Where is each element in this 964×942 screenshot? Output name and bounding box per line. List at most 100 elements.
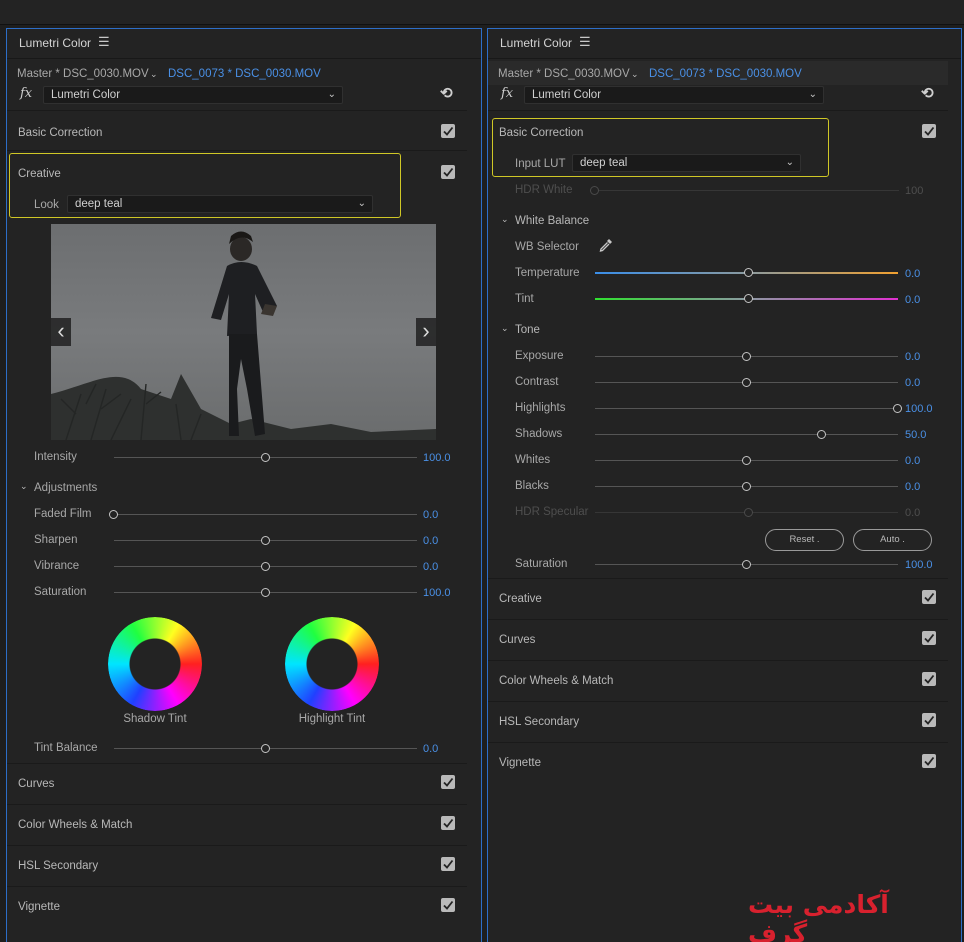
contrast-slider-handle[interactable] — [741, 378, 751, 387]
saturation-value[interactable]: 100.0 — [423, 587, 451, 599]
shadows-slider-handle[interactable] — [817, 430, 827, 439]
intensity-value[interactable]: 100.0 — [423, 452, 451, 464]
section-hsl-secondary[interactable]: HSL Secondary — [499, 716, 579, 728]
exposure-label: Exposure — [515, 350, 564, 362]
tint-balance-value[interactable]: 0.0 — [423, 743, 438, 755]
panel-tab[interactable]: Lumetri Color ☰ — [488, 29, 961, 59]
blacks-slider-handle[interactable] — [741, 482, 751, 491]
effect-dropdown-value: Lumetri Color — [51, 89, 121, 101]
enable-checkbox[interactable] — [441, 898, 455, 912]
panel-title: Lumetri Color — [19, 36, 92, 50]
next-look-arrow-icon[interactable]: › — [416, 318, 436, 346]
enable-checkbox[interactable] — [441, 857, 455, 871]
faded-film-slider-track[interactable] — [114, 514, 417, 515]
reset-effect-icon[interactable]: ⟲ — [921, 84, 934, 102]
hamburger-icon[interactable]: ☰ — [98, 34, 110, 50]
section-vignette[interactable]: Vignette — [18, 901, 60, 913]
chevron-down-icon[interactable]: ⌄ — [20, 481, 28, 492]
section-vignette[interactable]: Vignette — [499, 757, 541, 769]
tint-value[interactable]: 0.0 — [905, 294, 920, 306]
hdr-white-value: 100 — [905, 185, 924, 197]
section-basic-correction[interactable]: Basic Correction — [499, 127, 583, 139]
look-preview-image: ‹ › — [51, 224, 436, 440]
input-lut-dropdown[interactable]: deep teal ⌄ — [572, 154, 801, 172]
enable-checkbox[interactable] — [441, 816, 455, 830]
tint-balance-slider-handle[interactable] — [260, 744, 270, 753]
section-color-wheels-match[interactable]: Color Wheels & Match — [18, 819, 132, 831]
tint-slider-handle[interactable] — [744, 294, 753, 303]
shadows-value[interactable]: 50.0 — [905, 429, 926, 441]
white-balance-label[interactable]: White Balance — [515, 215, 589, 227]
enable-checkbox[interactable] — [922, 631, 936, 645]
highlight-tint-wheel[interactable] — [285, 617, 379, 711]
reset-effect-icon[interactable]: ⟲ — [440, 84, 453, 102]
section-basic-correction[interactable]: Basic Correction — [18, 127, 102, 139]
hamburger-icon[interactable]: ☰ — [579, 34, 591, 50]
whites-value[interactable]: 0.0 — [905, 455, 920, 467]
shadows-slider-track[interactable] — [595, 434, 898, 435]
section-curves[interactable]: Curves — [18, 778, 54, 790]
divider — [7, 845, 467, 846]
chevron-down-icon[interactable]: ⌄ — [631, 69, 639, 80]
effect-dropdown[interactable]: Lumetri Color ⌄ — [43, 86, 343, 104]
saturation-value[interactable]: 100.0 — [905, 559, 933, 571]
vibrance-slider-handle[interactable] — [260, 562, 270, 571]
section-curves[interactable]: Curves — [499, 634, 535, 646]
highlights-slider-handle[interactable] — [893, 404, 902, 413]
exposure-value[interactable]: 0.0 — [905, 351, 920, 363]
saturation-slider-handle[interactable] — [741, 560, 751, 569]
adjustments-label[interactable]: Adjustments — [34, 482, 97, 494]
highlights-slider-track[interactable] — [595, 408, 898, 409]
chevron-down-icon[interactable]: ⌄ — [501, 214, 509, 225]
blacks-value[interactable]: 0.0 — [905, 481, 920, 493]
vibrance-label: Vibrance — [34, 560, 80, 572]
divider — [488, 701, 948, 702]
sharpen-slider-handle[interactable] — [260, 536, 270, 545]
enable-checkbox[interactable] — [922, 124, 936, 138]
enable-checkbox[interactable] — [441, 124, 455, 138]
tone-label[interactable]: Tone — [515, 324, 540, 336]
shadow-tint-wheel[interactable] — [108, 617, 202, 711]
enable-checkbox[interactable] — [922, 590, 936, 604]
sharpen-value[interactable]: 0.0 — [423, 535, 438, 547]
saturation-label: Saturation — [34, 586, 87, 598]
chevron-down-icon[interactable]: ⌄ — [501, 323, 509, 334]
previous-look-arrow-icon[interactable]: ‹ — [51, 318, 71, 346]
enable-checkbox[interactable] — [922, 754, 936, 768]
look-dropdown[interactable]: deep teal ⌄ — [67, 195, 373, 213]
whites-slider-handle[interactable] — [741, 456, 751, 465]
sequence-clip-label[interactable]: DSC_0073 * DSC_0030.MOV — [649, 68, 802, 80]
panel-tab[interactable]: Lumetri Color ☰ — [7, 29, 481, 59]
intensity-slider-handle[interactable] — [260, 453, 270, 462]
section-creative[interactable]: Creative — [499, 593, 542, 605]
contrast-value[interactable]: 0.0 — [905, 377, 920, 389]
highlights-value[interactable]: 100.0 — [905, 403, 933, 415]
sequence-clip-label[interactable]: DSC_0073 * DSC_0030.MOV — [168, 68, 321, 80]
temperature-slider-handle[interactable] — [744, 268, 753, 277]
section-hsl-secondary[interactable]: HSL Secondary — [18, 860, 98, 872]
enable-checkbox[interactable] — [441, 165, 455, 179]
section-creative[interactable]: Creative — [18, 168, 61, 180]
enable-checkbox[interactable] — [441, 775, 455, 789]
input-lut-label: Input LUT — [515, 158, 566, 170]
highlights-label: Highlights — [515, 402, 566, 414]
temperature-value[interactable]: 0.0 — [905, 268, 920, 280]
enable-checkbox[interactable] — [922, 713, 936, 727]
faded-film-value[interactable]: 0.0 — [423, 509, 438, 521]
saturation-slider-handle[interactable] — [260, 588, 270, 597]
master-clip-label[interactable]: Master * DSC_0030.MOV — [498, 68, 630, 80]
exposure-slider-handle[interactable] — [741, 352, 751, 361]
enable-checkbox[interactable] — [922, 672, 936, 686]
master-clip-label[interactable]: Master * DSC_0030.MOV — [17, 68, 149, 80]
fx-icon[interactable]: fx — [501, 86, 513, 101]
auto-button-label: Auto — [880, 534, 900, 545]
fx-icon[interactable]: fx — [20, 86, 32, 101]
eyedropper-icon[interactable] — [598, 237, 614, 256]
effect-dropdown[interactable]: Lumetri Color ⌄ — [524, 86, 824, 104]
auto-button[interactable]: Auto . — [853, 529, 932, 551]
reset-button[interactable]: Reset . — [765, 529, 844, 551]
section-color-wheels-match[interactable]: Color Wheels & Match — [499, 675, 613, 687]
vibrance-value[interactable]: 0.0 — [423, 561, 438, 573]
faded-film-slider-handle[interactable] — [109, 510, 118, 519]
chevron-down-icon[interactable]: ⌄ — [150, 69, 158, 80]
